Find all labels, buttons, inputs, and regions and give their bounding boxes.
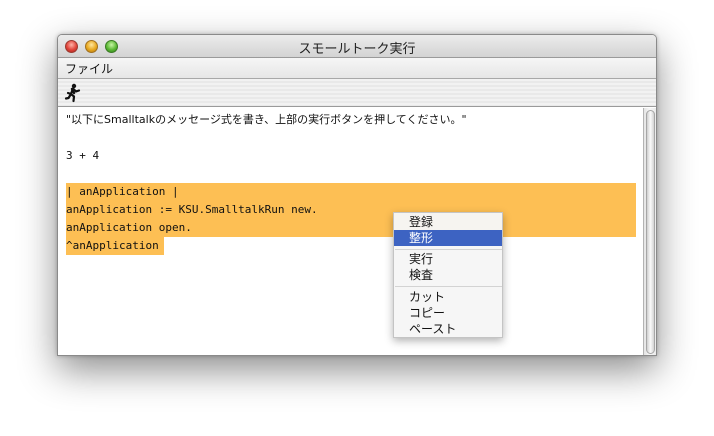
code-line: anApplication := KSU.SmalltalkRun new.: [66, 203, 318, 216]
code-line: 3 + 4: [66, 149, 100, 162]
context-menu-item-cut[interactable]: カット: [394, 289, 502, 305]
context-menu-item-execute[interactable]: 実行: [394, 251, 502, 267]
code-editor[interactable]: "以下にSmalltalkのメッセージ式を書き、上部の実行ボタンを押してください…: [58, 108, 643, 355]
code-line: ^anApplication: [66, 239, 159, 252]
window-title: スモールトーク実行: [298, 42, 416, 57]
code-line: | anApplication |: [66, 185, 179, 198]
context-menu: 登録 整形 実行 検査 カット コピー ペースト: [393, 212, 503, 338]
smalltalk-run-window: スモールトーク実行 ファイル "以下にSmalltalkのメッセージ式を書き、上…: [57, 34, 657, 356]
menu-bar: ファイル: [58, 58, 656, 79]
menu-file[interactable]: ファイル: [65, 60, 113, 77]
context-menu-item-format[interactable]: 整形: [394, 230, 502, 246]
code-line: "以下にSmalltalkのメッセージ式を書き、上部の実行ボタンを押してください…: [66, 113, 467, 126]
code-line: anApplication open.: [66, 221, 192, 234]
menu-separator: [395, 286, 502, 287]
menu-separator: [395, 249, 502, 250]
run-button[interactable]: [64, 83, 82, 103]
context-menu-item-inspect[interactable]: 検査: [394, 267, 502, 283]
context-menu-item-copy[interactable]: コピー: [394, 305, 502, 321]
context-menu-item-register[interactable]: 登録: [394, 214, 502, 230]
vertical-scrollbar[interactable]: [643, 108, 656, 355]
toolbar: [58, 79, 656, 107]
context-menu-item-paste[interactable]: ペースト: [394, 321, 502, 337]
running-figure-icon: [64, 83, 81, 103]
title-bar[interactable]: スモールトーク実行: [58, 35, 656, 58]
scrollbar-thumb[interactable]: [646, 110, 655, 354]
